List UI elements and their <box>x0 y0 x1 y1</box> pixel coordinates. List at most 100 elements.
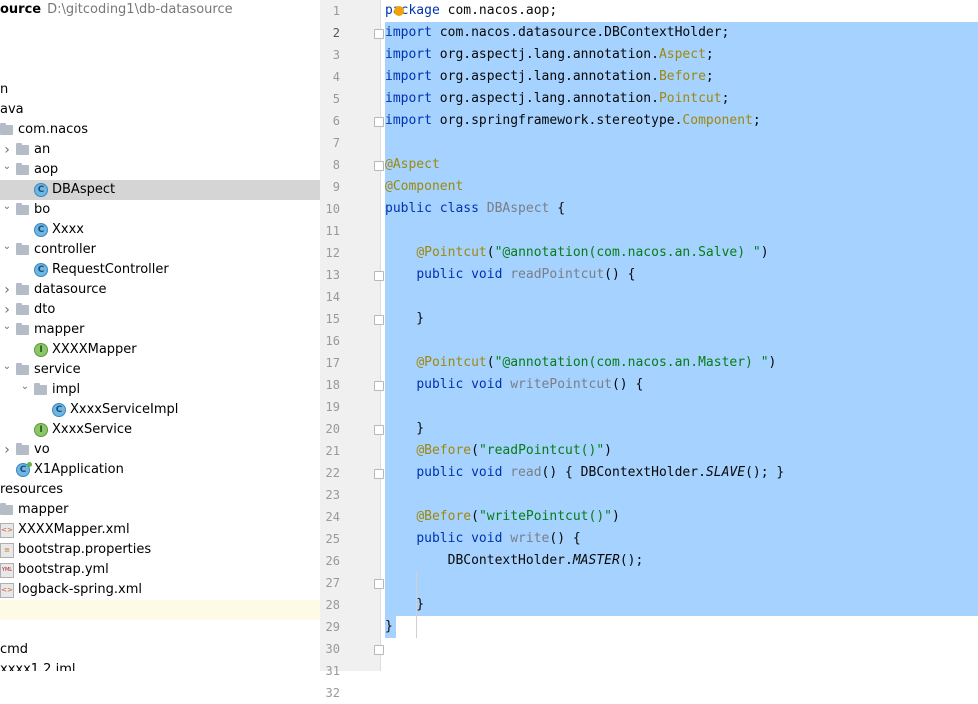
code-token: MASTER <box>572 553 620 568</box>
tree-item-label: X1Application <box>34 462 124 477</box>
tree-item-label: XxxxService <box>52 422 133 437</box>
code-token: ) <box>612 509 620 524</box>
chevron-down-icon[interactable]: ⌄ <box>2 160 12 180</box>
code-line[interactable]: } <box>385 616 393 638</box>
tree-item[interactable] <box>0 620 320 640</box>
fold-marker-icon[interactable] <box>374 117 384 127</box>
fold-marker-icon[interactable] <box>374 161 384 171</box>
fold-marker-icon[interactable] <box>374 645 384 655</box>
code-token: Component <box>682 113 753 128</box>
tree-item[interactable]: ⌄ aop <box>0 160 320 180</box>
tree-item[interactable]: I XXXXMapper <box>0 340 320 360</box>
tree-item[interactable]: ⌄ mapper <box>0 320 320 340</box>
code-line[interactable]: } <box>385 308 424 330</box>
code-token: ; <box>721 91 730 106</box>
code-line[interactable]: @Pointcut("@annotation(com.nacos.an.Salv… <box>385 242 768 264</box>
chevron-right-icon[interactable]: › <box>2 140 12 160</box>
tree-item[interactable]: › an <box>0 140 320 160</box>
tree-item-label: Xxxx <box>52 222 84 237</box>
code-line[interactable]: import org.springframework.stereotype.Co… <box>385 110 761 132</box>
tree-item[interactable]: C RequestController <box>0 260 320 280</box>
tree-item[interactable]: › datasource <box>0 280 320 300</box>
code-line[interactable]: import org.aspectj.lang.annotation.Befor… <box>385 66 714 88</box>
tree-item[interactable]: <> logback-spring.xml <box>0 580 320 600</box>
code-line[interactable]: @Before("readPointcut()") <box>385 440 612 462</box>
code-line[interactable]: public void read() { DBContextHolder.SLA… <box>385 462 784 484</box>
tree-item[interactable]: ⌄com.nacos <box>0 120 320 140</box>
line-number: 2 <box>332 26 340 40</box>
chevron-down-icon[interactable]: ⌄ <box>2 320 12 340</box>
code-token: import <box>385 47 432 62</box>
code-line[interactable]: @Pointcut("@annotation(com.nacos.an.Mast… <box>385 352 776 374</box>
fold-marker-icon[interactable] <box>374 425 384 435</box>
code-token: (); <box>619 553 644 568</box>
fold-marker-icon[interactable] <box>374 29 384 39</box>
code-line[interactable]: public class DBAspect { <box>385 198 565 220</box>
chevron-down-icon[interactable]: ⌄ <box>20 380 30 400</box>
code-token: } <box>385 421 425 436</box>
tree-item-label: controller <box>34 242 97 257</box>
tree-item[interactable]: mapper <box>0 500 320 520</box>
tree-item-label: datasource <box>34 282 107 297</box>
fold-marker-icon[interactable] <box>374 579 384 589</box>
code-line[interactable]: } <box>385 594 424 616</box>
code-line[interactable]: import com.nacos.datasource.DBContextHol… <box>385 22 729 44</box>
code-line[interactable]: public void writePointcut() { <box>385 374 643 396</box>
code-line[interactable]: DBContextHolder.MASTER(); <box>385 550 644 572</box>
tree-item[interactable]: C XxxxServiceImpl <box>0 400 320 420</box>
tree-item-label: resources <box>0 482 64 497</box>
tree-item-label: logback-spring.xml <box>18 582 142 597</box>
code-token: ( <box>486 355 495 370</box>
tree-item[interactable]: ⌄ service <box>0 360 320 380</box>
tree-item[interactable]: › vo <box>0 440 320 460</box>
code-line[interactable]: @Before("writePointcut()") <box>385 506 620 528</box>
code-token: public class <box>385 201 479 216</box>
tree-item[interactable]: C X1Application <box>0 460 320 480</box>
code-line[interactable]: public void readPointcut() { <box>385 264 635 286</box>
chevron-right-icon[interactable]: › <box>2 440 12 460</box>
tree-item[interactable]: cmd <box>0 640 320 660</box>
code-line[interactable]: import org.aspectj.lang.annotation.Point… <box>385 88 729 110</box>
chevron-down-icon[interactable]: ⌄ <box>2 240 12 260</box>
tree-item[interactable]: C Xxxx <box>0 220 320 240</box>
class-icon: C <box>34 223 48 237</box>
line-number: 15 <box>325 312 340 326</box>
chevron-right-icon[interactable]: › <box>2 280 12 300</box>
code-editor[interactable]: 1 2 3 4 5 6 7 8 9 10 11 12 13 14 15 16 17 18 19 20 21 22 23 24 2… <box>320 0 978 700</box>
tree-item[interactable]: › dto <box>0 300 320 320</box>
fold-marker-icon[interactable] <box>374 381 384 391</box>
code-token: SLAVE <box>705 465 746 480</box>
tree-item[interactable] <box>0 600 320 620</box>
chevron-down-icon[interactable]: ⌄ <box>2 200 12 220</box>
xml-file-icon: <> <box>0 523 14 538</box>
code-line[interactable]: } <box>385 418 424 440</box>
chevron-right-icon[interactable]: › <box>2 300 12 320</box>
tree-item[interactable]: YML bootstrap.yml <box>0 560 320 580</box>
code-line[interactable]: public void write() { <box>385 528 580 550</box>
code-line[interactable]: @Aspect <box>385 154 440 176</box>
tree-item[interactable]: ⌄ impl <box>0 380 320 400</box>
tree-item[interactable]: ≡ bootstrap.properties <box>0 540 320 560</box>
chevron-down-icon[interactable]: ⌄ <box>2 360 12 380</box>
code-line[interactable]: package com.nacos.aop; <box>385 0 557 22</box>
fold-marker-icon[interactable] <box>374 271 384 281</box>
tree-item[interactable]: resources <box>0 480 320 500</box>
code-token: read <box>510 465 542 480</box>
code-token: @Pointcut <box>416 245 487 260</box>
tree-item[interactable]: ⌄ controller <box>0 240 320 260</box>
code-line[interactable]: @Component <box>385 176 463 198</box>
tree-item[interactable]: C DBAspect <box>0 180 320 200</box>
fold-marker-icon[interactable] <box>374 315 384 325</box>
line-number: 21 <box>325 444 340 458</box>
tree-item[interactable]: ⌄ bo <box>0 200 320 220</box>
tree-item[interactable]: ava <box>0 100 320 120</box>
intention-bulb-icon[interactable] <box>394 6 404 16</box>
code-line[interactable]: import org.aspectj.lang.annotation.Aspec… <box>385 44 714 66</box>
fold-marker-icon[interactable] <box>374 469 384 479</box>
project-name[interactable]: ource <box>0 2 41 17</box>
tree-item-label: XXXXMapper <box>52 342 137 357</box>
tree-item[interactable]: I XxxxService <box>0 420 320 440</box>
tree-item[interactable]: xxxx1.2.iml <box>0 660 320 671</box>
tree-item[interactable]: <> XXXXMapper.xml <box>0 520 320 540</box>
tree-item[interactable]: n <box>0 80 320 100</box>
